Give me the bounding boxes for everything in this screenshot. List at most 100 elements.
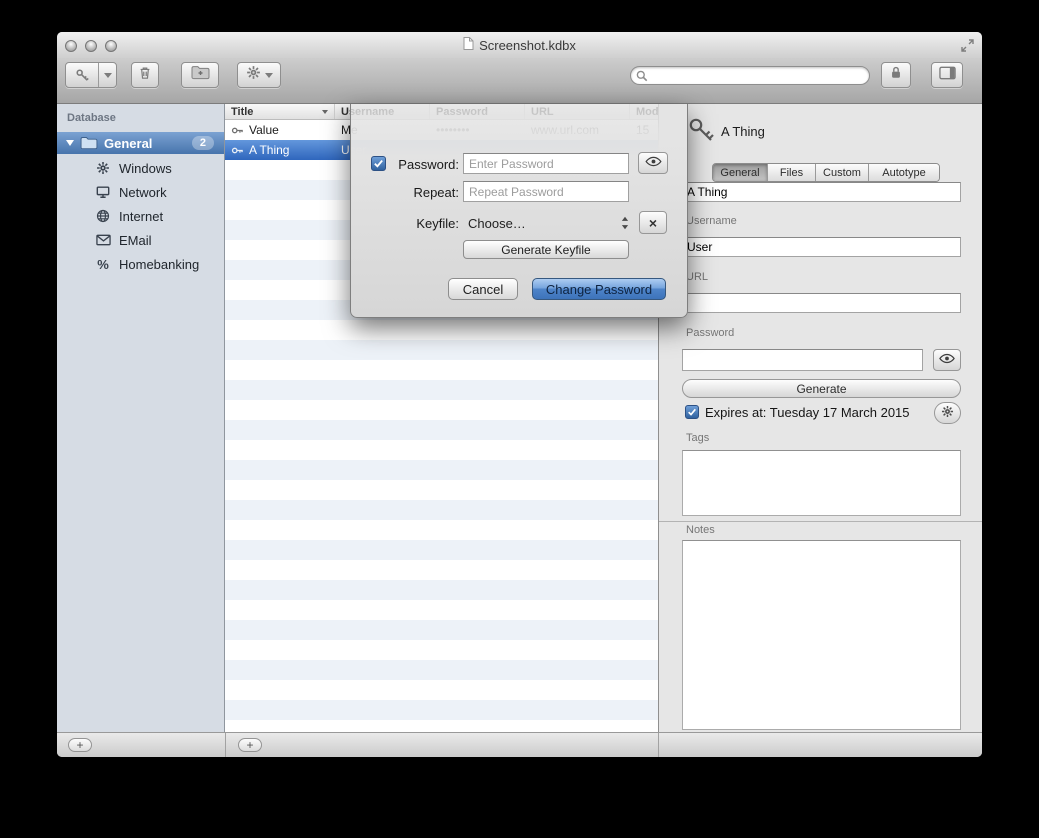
- folder-icon: [80, 136, 98, 150]
- titlebar: Screenshot.kdbx: [57, 32, 982, 58]
- chevron-down-icon: [265, 73, 273, 78]
- lock-icon: [889, 65, 903, 85]
- sidebar-item-label: Windows: [119, 161, 172, 176]
- chevron-down-icon: [104, 73, 112, 78]
- key-icon: [231, 124, 244, 137]
- eye-icon: [939, 351, 955, 369]
- expires-checkbox[interactable]: [685, 405, 699, 419]
- username-label: Username: [686, 215, 737, 227]
- group-label: General: [104, 136, 152, 151]
- section-divider: [659, 521, 982, 522]
- percent-icon: %: [95, 256, 111, 272]
- sidebar-item-email[interactable]: EMail: [57, 228, 224, 252]
- reveal-password-button[interactable]: [933, 349, 961, 371]
- sidebar-item-network[interactable]: Network: [57, 180, 224, 204]
- sidebar-group-general[interactable]: General 2: [57, 132, 224, 154]
- expires-label: Expires at: Tuesday 17 March 2015: [705, 405, 910, 420]
- repeat-password-input[interactable]: [463, 181, 629, 202]
- keyfile-popup[interactable]: Choose…: [463, 212, 633, 234]
- add-group-button[interactable]: [181, 62, 219, 88]
- fullscreen-icon[interactable]: [960, 38, 975, 53]
- database-header: Database: [67, 112, 116, 124]
- key-icon: [66, 68, 98, 83]
- inspector-entry-title: A Thing: [721, 124, 765, 139]
- trash-icon: [138, 65, 152, 85]
- tab-autotype[interactable]: Autotype: [869, 164, 939, 181]
- tags-label: Tags: [686, 432, 709, 444]
- disclosure-triangle-icon[interactable]: [66, 140, 74, 146]
- url-field[interactable]: [682, 293, 961, 313]
- clear-keyfile-button[interactable]: ×: [639, 211, 667, 234]
- sidebar-item-windows[interactable]: Windows: [57, 156, 224, 180]
- username-field[interactable]: [682, 237, 961, 257]
- change-password-sheet: Password: Repeat: Keyfile: Choose… × Gen…: [350, 104, 688, 318]
- search-input[interactable]: [630, 66, 870, 85]
- repeat-input-wrap: [463, 181, 629, 202]
- group-sidebar: Database General 2 Windows Network Inter…: [57, 104, 225, 732]
- display-icon: [95, 184, 111, 200]
- sheet-password-label: Password:: [381, 157, 459, 172]
- sort-indicator-icon: [322, 110, 328, 114]
- password-label: Password: [686, 327, 734, 339]
- eye-icon: [645, 154, 662, 172]
- password-field[interactable]: [682, 349, 923, 371]
- add-group-footer-button[interactable]: +: [68, 738, 92, 752]
- sidebar-item-homebanking[interactable]: % Homebanking: [57, 252, 224, 276]
- add-entry-dropdown[interactable]: [99, 73, 116, 78]
- inspector-tabs: General Files Custom Autotype: [712, 163, 940, 182]
- delete-button[interactable]: [131, 62, 159, 88]
- check-icon: [687, 407, 697, 417]
- entry-count-badge: 2: [192, 136, 214, 150]
- expiry-options-button[interactable]: [934, 402, 961, 424]
- tab-custom[interactable]: Custom: [816, 164, 869, 181]
- sidebar-item-label: Homebanking: [119, 257, 199, 272]
- notes-label: Notes: [686, 524, 715, 536]
- document-icon: [463, 37, 474, 53]
- toolbar: Add Entry Delete Add Group Action Search…: [57, 58, 982, 104]
- generate-password-button[interactable]: Generate: [682, 379, 961, 398]
- sidebar-item-internet[interactable]: Internet: [57, 204, 224, 228]
- folder-plus-icon: [191, 65, 210, 85]
- window-title: Screenshot.kdbx: [479, 38, 576, 53]
- inspector-panel: A Thing General Files Custom Autotype Us…: [658, 104, 982, 732]
- search-field: [630, 66, 870, 85]
- close-icon: ×: [649, 216, 657, 230]
- tags-textarea[interactable]: [682, 450, 961, 516]
- inspector-panel-icon: [939, 66, 956, 85]
- inspector-button[interactable]: [931, 62, 963, 88]
- divider: [658, 733, 659, 757]
- sheet-repeat-label: Repeat:: [381, 185, 459, 200]
- divider: [225, 733, 226, 757]
- password-input-wrap: [463, 153, 629, 174]
- action-button[interactable]: [237, 62, 281, 88]
- cancel-button[interactable]: Cancel: [448, 278, 518, 300]
- change-password-button[interactable]: Change Password: [532, 278, 666, 300]
- sidebar-item-label: Internet: [119, 209, 163, 224]
- window-title-area: Screenshot.kdbx: [57, 37, 982, 53]
- generate-keyfile-button[interactable]: Generate Keyfile: [463, 240, 629, 259]
- gear-icon: [95, 160, 111, 176]
- entry-title-field[interactable]: [682, 182, 961, 202]
- bottom-bar: + +: [57, 732, 982, 757]
- add-entry-footer-button[interactable]: +: [238, 738, 262, 752]
- key-icon: [231, 144, 244, 157]
- new-password-input[interactable]: [463, 153, 629, 174]
- gear-icon: [941, 405, 954, 421]
- tab-general[interactable]: General: [713, 164, 768, 181]
- tab-files[interactable]: Files: [768, 164, 816, 181]
- lock-button[interactable]: [881, 62, 911, 88]
- app-window: Screenshot.kdbx: [57, 32, 982, 757]
- sidebar-item-label: EMail: [119, 233, 152, 248]
- gear-icon: [246, 65, 261, 85]
- search-icon: [636, 70, 648, 82]
- globe-icon: [95, 208, 111, 224]
- column-header-title[interactable]: Title: [225, 104, 335, 119]
- sheet-reveal-password-button[interactable]: [638, 152, 668, 174]
- notes-textarea[interactable]: [682, 540, 961, 730]
- sheet-keyfile-label: Keyfile:: [381, 216, 459, 231]
- url-label: URL: [686, 271, 708, 283]
- popup-stepper-icon: [621, 216, 629, 230]
- sidebar-item-label: Network: [119, 185, 167, 200]
- add-entry-button[interactable]: [65, 62, 117, 88]
- entry-key-icon: [687, 116, 715, 151]
